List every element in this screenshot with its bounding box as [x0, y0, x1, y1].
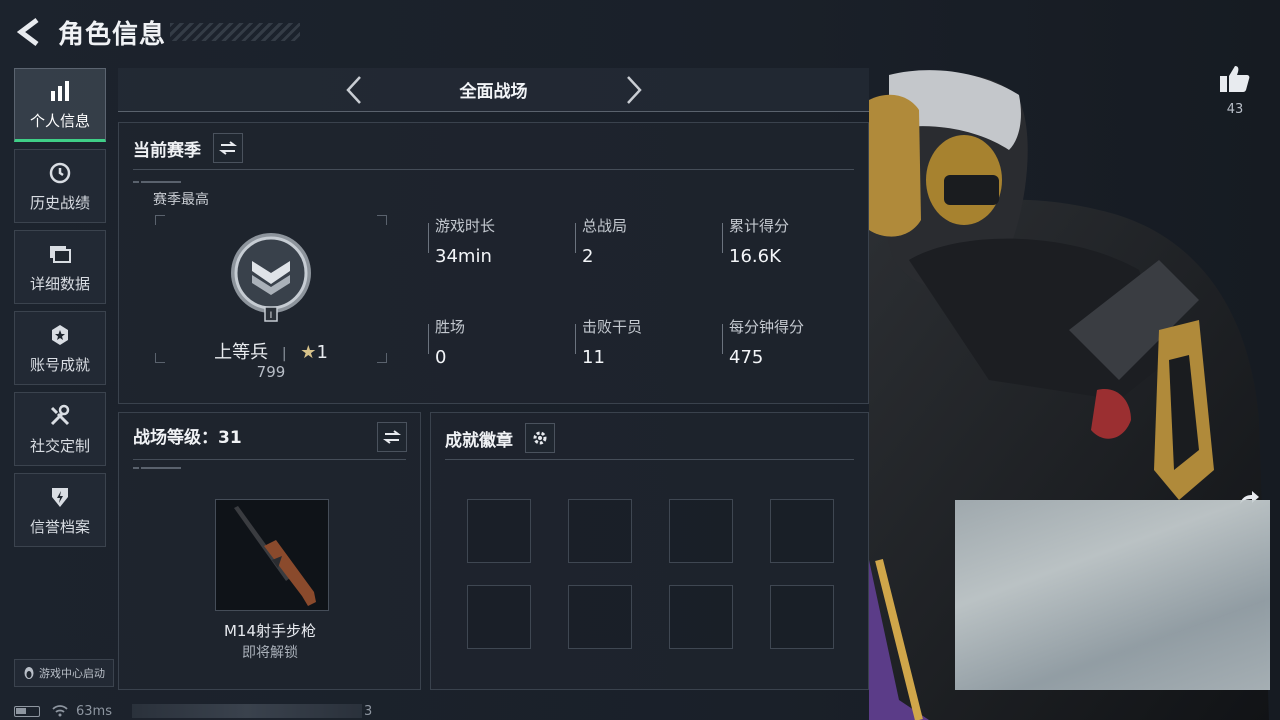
sidebar-item-label: 历史战绩: [29, 193, 90, 212]
panel-decoration: [133, 467, 183, 469]
weapon-name: M14射手步枪: [223, 622, 317, 640]
sidebar-item-label: 详细数据: [29, 274, 90, 293]
level-panel: 战场等级：31 M14射手步枪 即将解锁: [118, 412, 421, 690]
season-title: 当前赛季: [133, 140, 201, 161]
gear-icon: [533, 431, 547, 445]
panel-divider: [133, 459, 406, 460]
mode-label: 全面战场: [459, 82, 528, 102]
chevron-left-icon: [345, 75, 361, 104]
badge-slot[interactable]: [770, 585, 834, 649]
rank-name: 上等兵: [214, 342, 269, 363]
tools-icon: [47, 403, 73, 429]
ping-value: 63ms: [76, 703, 112, 719]
launch-label: 游戏中心启动: [39, 667, 105, 680]
chevron-right-icon: [626, 75, 642, 104]
sidebar-item-label: 社交定制: [29, 436, 90, 455]
bar-chart-icon: [47, 78, 73, 104]
sidebar-item-detailed-data[interactable]: 详细数据: [14, 230, 106, 304]
swap-icon: [383, 430, 401, 444]
level-title: 战场等级：31: [133, 428, 242, 448]
badge-slot[interactable]: [467, 585, 531, 649]
sidebar-item-label: 个人信息: [29, 111, 90, 130]
achievement-icon: [47, 322, 73, 348]
sidebar-item-label: 信誉档案: [29, 517, 90, 536]
stat-score-per-minute: 每分钟得分 475: [729, 318, 805, 368]
sidebar-item-social-custom[interactable]: 社交定制: [14, 392, 106, 466]
status-bar: 63ms 3: [14, 702, 372, 720]
mode-prev-button[interactable]: [339, 72, 369, 108]
season-panel: 当前赛季 赛季最高 I 上等兵 | ★1 799 游戏时长 34min 总战局 …: [118, 122, 869, 404]
folders-icon: [47, 241, 73, 267]
stat-kills: 击败干员 11: [582, 318, 643, 368]
status-tail: 3: [363, 703, 373, 719]
sidebar: 个人信息 历史战绩 详细数据 账号成就 社交定制 信誉档案: [14, 68, 106, 554]
back-arrow-icon: [17, 18, 39, 46]
badge-slot[interactable]: [568, 499, 632, 563]
like-count: 43: [1226, 102, 1244, 117]
shield-icon: [47, 484, 73, 510]
thumbs-up-icon: [1220, 66, 1250, 92]
rank-score: 799: [256, 363, 286, 381]
rank-stars: 1: [316, 342, 328, 363]
back-button[interactable]: [14, 16, 46, 48]
blurred-overlay: [955, 500, 1270, 690]
wifi-icon: [52, 705, 68, 717]
like-button[interactable]: 43: [1218, 64, 1252, 117]
sidebar-item-credit-profile[interactable]: 信誉档案: [14, 473, 106, 547]
sidebar-item-personal-info[interactable]: 个人信息: [14, 68, 106, 142]
clock-icon: [47, 160, 73, 186]
stat-total-matches: 总战局 2: [582, 217, 628, 267]
rank-frame: I 上等兵 | ★1 799: [155, 215, 387, 381]
page-header: 角色信息: [14, 12, 301, 52]
rank-name-row: 上等兵 | ★1: [214, 342, 328, 363]
badge-slot[interactable]: [669, 499, 733, 563]
season-swap-button[interactable]: [213, 133, 243, 163]
stat-wins: 胜场 0: [435, 318, 466, 368]
swap-icon: [219, 141, 237, 155]
penguin-icon: [23, 666, 35, 680]
badge-slot[interactable]: [770, 499, 834, 563]
badges-settings-button[interactable]: [525, 423, 555, 453]
mode-next-button[interactable]: [619, 72, 649, 108]
level-swap-button[interactable]: [377, 422, 407, 452]
blurred-status-text: [131, 704, 362, 718]
star-icon: ★: [300, 342, 317, 363]
panel-decoration: [133, 181, 183, 183]
game-center-launch-badge[interactable]: 游戏中心启动: [14, 659, 114, 687]
svg-text:I: I: [270, 311, 273, 321]
rifle-icon: [234, 506, 316, 606]
title-decoration: [170, 23, 301, 41]
weapon-preview[interactable]: [215, 499, 329, 611]
badges-title: 成就徽章: [445, 430, 513, 451]
panel-divider: [133, 169, 854, 170]
season-best-label: 赛季最高: [153, 192, 209, 208]
badge-slot[interactable]: [669, 585, 733, 649]
sidebar-item-label: 账号成就: [29, 355, 90, 374]
sidebar-item-history[interactable]: 历史战绩: [14, 149, 106, 223]
mode-selector: 全面战场: [118, 68, 869, 112]
badge-slot[interactable]: [568, 585, 632, 649]
weapon-status: 即将解锁: [242, 645, 298, 661]
page-title: 角色信息: [58, 19, 167, 50]
battery-icon: [14, 705, 40, 717]
stat-play-time: 游戏时长 34min: [435, 217, 496, 267]
badge-slot[interactable]: [467, 499, 531, 563]
badges-panel: 成就徽章: [430, 412, 869, 690]
panel-divider: [445, 459, 854, 460]
rank-badge-icon: I: [231, 233, 311, 322]
stat-total-score: 累计得分 16.6K: [729, 217, 790, 267]
sidebar-item-achievements[interactable]: 账号成就: [14, 311, 106, 385]
